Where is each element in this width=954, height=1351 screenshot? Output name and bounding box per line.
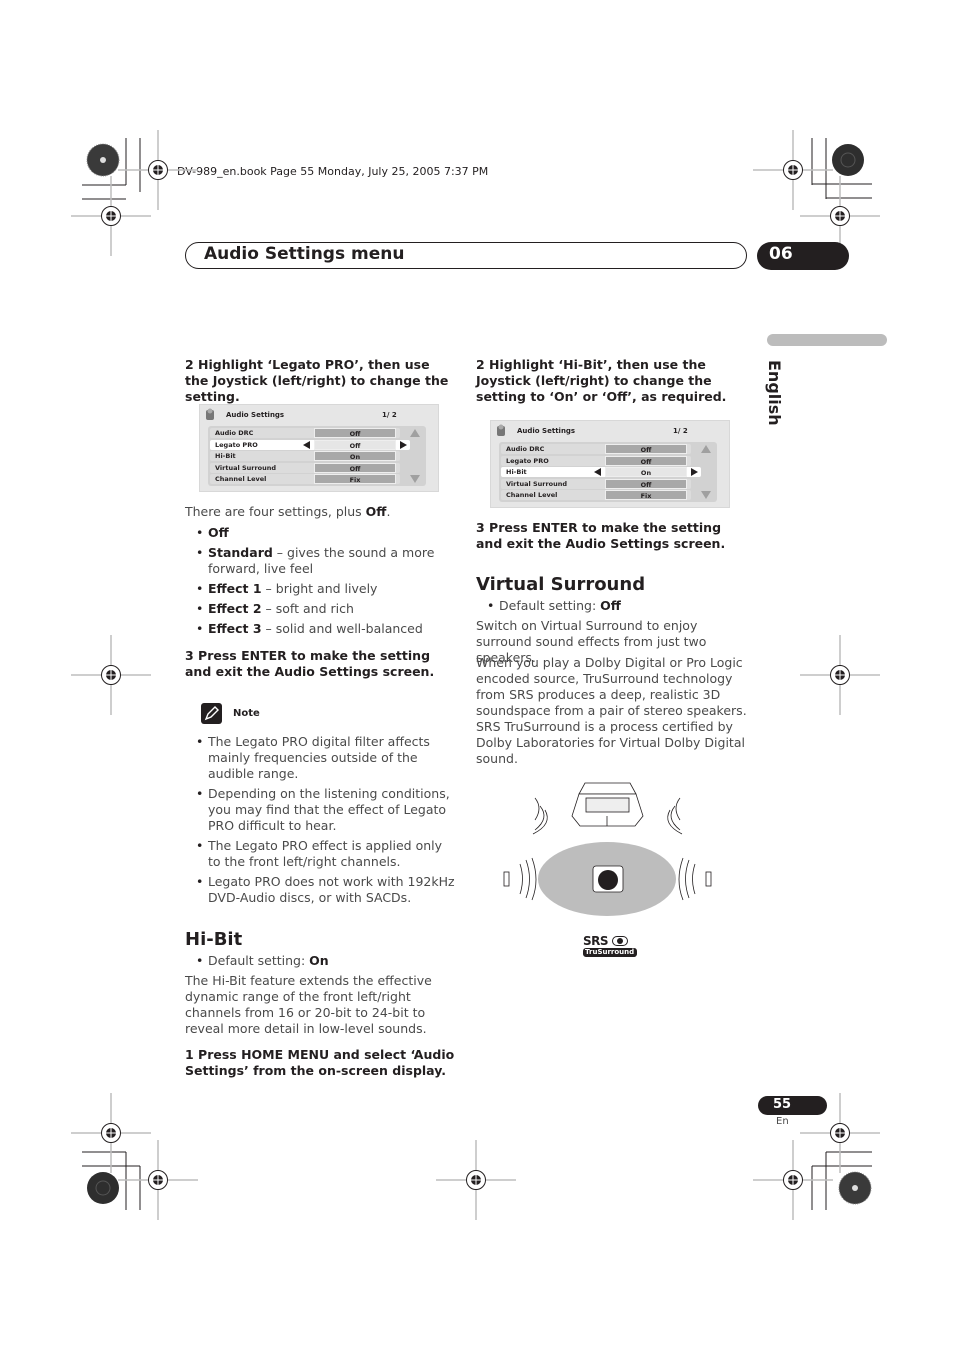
- osd-row[interactable]: Channel Level Fix: [210, 474, 400, 484]
- setting-item: Standard – gives the sound a more forwar…: [185, 545, 450, 577]
- note-item: Depending on the listening conditions, y…: [185, 786, 457, 834]
- virtual-surround-illustration: [503, 782, 712, 916]
- listener-icon: [592, 865, 624, 893]
- audio-settings-icon: [206, 408, 214, 420]
- hibit-step-1: 1 Press HOME MENU and select ‘Audio Sett…: [185, 1047, 455, 1078]
- osd-title: Audio Settings: [517, 427, 576, 435]
- arrow-left-icon: [303, 440, 310, 449]
- left-step-3: 3 Press ENTER to make the setting and ex…: [185, 648, 435, 679]
- note-item: The Legato PRO effect is applied only to…: [185, 838, 457, 870]
- page-number-badge: [758, 1096, 827, 1115]
- osd-panel: Audio DRC Off Legato PRO Off Hi-Bit On Virt…: [499, 442, 717, 502]
- osd-row-selected[interactable]: Legato PRO Off: [210, 439, 410, 450]
- tv-icon: [571, 782, 644, 827]
- arrow-left-icon: [594, 468, 601, 476]
- osd-row-selected[interactable]: Hi-Bit On: [501, 467, 701, 477]
- arrow-right-icon: [400, 440, 407, 449]
- vs-para-2: When you play a Dolby Digital or Pro Log…: [476, 655, 747, 766]
- osd-row[interactable]: Legato PRO Off: [501, 455, 691, 466]
- osd-row[interactable]: Audio DRC Off: [210, 428, 400, 438]
- osd-hibit: Audio Settings 1/ 2 Audio DRC Off Legato …: [490, 420, 730, 508]
- osd-legato: Audio Settings 1/ 2 Audio DRC Off Legato …: [199, 404, 439, 492]
- language-tab-label: English: [765, 360, 784, 426]
- right-step-2: 2 Highlight ‘Hi-Bit’, then use the Joyst…: [476, 357, 727, 404]
- osd-row[interactable]: Hi-Bit On: [210, 451, 400, 461]
- osd-row[interactable]: Audio DRC Off: [501, 444, 691, 454]
- note-label: Note: [233, 708, 260, 719]
- scroll-down-icon[interactable]: [701, 491, 711, 499]
- osd-row[interactable]: Virtual Surround Off: [210, 462, 400, 473]
- scroll-up-icon[interactable]: [410, 429, 420, 437]
- audio-settings-icon: [497, 424, 505, 436]
- hibit-default: Default setting: On: [185, 953, 457, 973]
- note-item: The Legato PRO digital filter affects ma…: [185, 734, 457, 782]
- note-pencil-icon: [201, 703, 222, 724]
- osd-title: Audio Settings: [226, 411, 285, 419]
- settings-list: Off Standard – gives the sound a more fo…: [185, 525, 450, 641]
- section-title: Audio Settings menu: [204, 244, 405, 264]
- setting-item: Effect 1 – bright and lively: [185, 581, 450, 597]
- hibit-body: The Hi-Bit feature extends the effective…: [185, 973, 432, 1036]
- print-header: DV-989_en.book Page 55 Monday, July 25, …: [177, 165, 489, 178]
- page-number: 55: [773, 1097, 792, 1112]
- notes-list: The Legato PRO digital filter affects ma…: [185, 734, 457, 910]
- chapter-number: 06: [769, 244, 793, 264]
- hibit-heading: Hi-Bit: [185, 929, 243, 950]
- arrow-right-icon: [691, 468, 698, 476]
- osd-panel: Audio DRC Off Legato PRO Off Hi-Bit On Virt…: [208, 426, 426, 486]
- vs-default: Default setting: Off: [476, 598, 748, 618]
- setting-item: Effect 3 – solid and well-balanced: [185, 621, 450, 637]
- virtual-surround-heading: Virtual Surround: [476, 574, 646, 595]
- scroll-down-icon[interactable]: [410, 475, 420, 483]
- setting-item: Off: [185, 525, 450, 541]
- page-language: En: [776, 1116, 789, 1127]
- left-step-2: 2 Highlight ‘Legato PRO’, then use the J…: [185, 357, 449, 404]
- osd-row[interactable]: Virtual Surround Off: [501, 478, 691, 489]
- osd-row[interactable]: Channel Level Fix: [501, 490, 691, 500]
- settings-intro: There are four settings, plus Off.: [185, 504, 391, 519]
- language-tab-bar: [767, 334, 887, 346]
- scroll-up-icon[interactable]: [701, 445, 711, 453]
- setting-item: Effect 2 – soft and rich: [185, 601, 450, 617]
- osd-page: 1/ 2: [673, 427, 688, 435]
- osd-page: 1/ 2: [382, 411, 397, 419]
- srs-trusurround-logo: SRS TruSurround: [583, 935, 638, 957]
- right-step-3: 3 Press ENTER to make the setting and ex…: [476, 520, 726, 551]
- note-item: Legato PRO does not work with 192kHz DVD…: [185, 874, 457, 906]
